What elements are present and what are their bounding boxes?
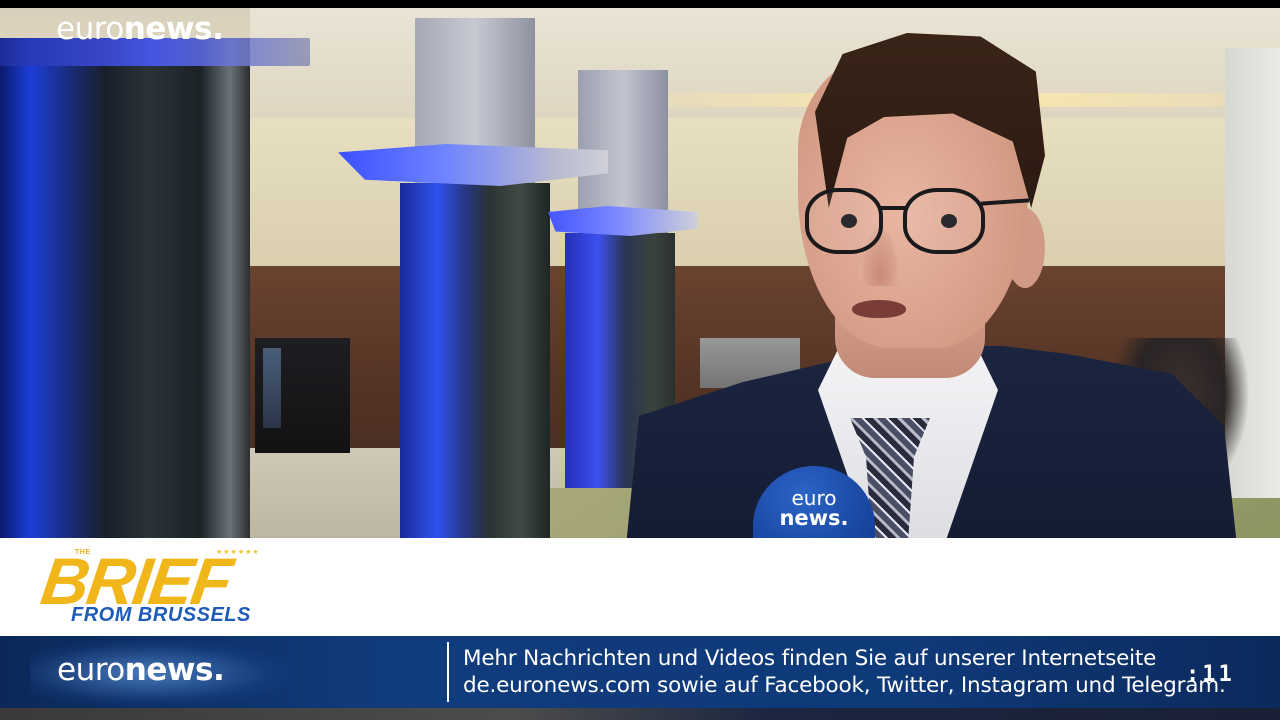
glasses-temple	[980, 198, 1030, 206]
ticker-line-2: de.euronews.com sowie auf Facebook, Twit…	[463, 673, 1226, 698]
ticker-logo-part2: news	[124, 652, 214, 688]
ticker-timer: :11	[1186, 662, 1235, 687]
pillar-center	[400, 183, 550, 538]
interviewee: euro news.	[600, 28, 1260, 538]
channel-logo-dot: .	[211, 11, 224, 47]
channel-logo-part2: news	[123, 11, 213, 47]
ticker-logo-dot: .	[212, 652, 225, 688]
ticker-logo-part1: euro	[57, 652, 125, 688]
video-frame: euro news.	[0, 8, 1280, 538]
bottom-strip	[0, 708, 1280, 720]
channel-logo: euronews.	[56, 11, 224, 47]
microphone-label-line1: euro	[791, 486, 837, 510]
vending-machine	[255, 338, 350, 453]
ticker-line-1: Mehr Nachrichten und Videos finden Sie a…	[463, 646, 1157, 671]
channel-logo-part1: euro	[56, 11, 124, 47]
program-title-prefix: THE	[75, 549, 91, 556]
program-subtitle: FROM BRUSSELS	[71, 604, 251, 626]
microphone-label-line2: news.	[779, 506, 849, 530]
ticker-message: Mehr Nachrichten und Videos finden Sie a…	[463, 645, 1226, 699]
eye-right	[941, 214, 957, 228]
ticker-divider	[447, 642, 449, 702]
glasses-lens-left	[805, 188, 883, 254]
program-stars: ★★★★★★	[216, 548, 260, 556]
pillar-left	[0, 38, 250, 538]
mouth	[852, 300, 906, 318]
glasses	[805, 188, 1030, 258]
ticker-logo: euronews.	[57, 652, 225, 688]
eye-left	[841, 214, 857, 228]
glasses-lens-right	[903, 188, 985, 254]
